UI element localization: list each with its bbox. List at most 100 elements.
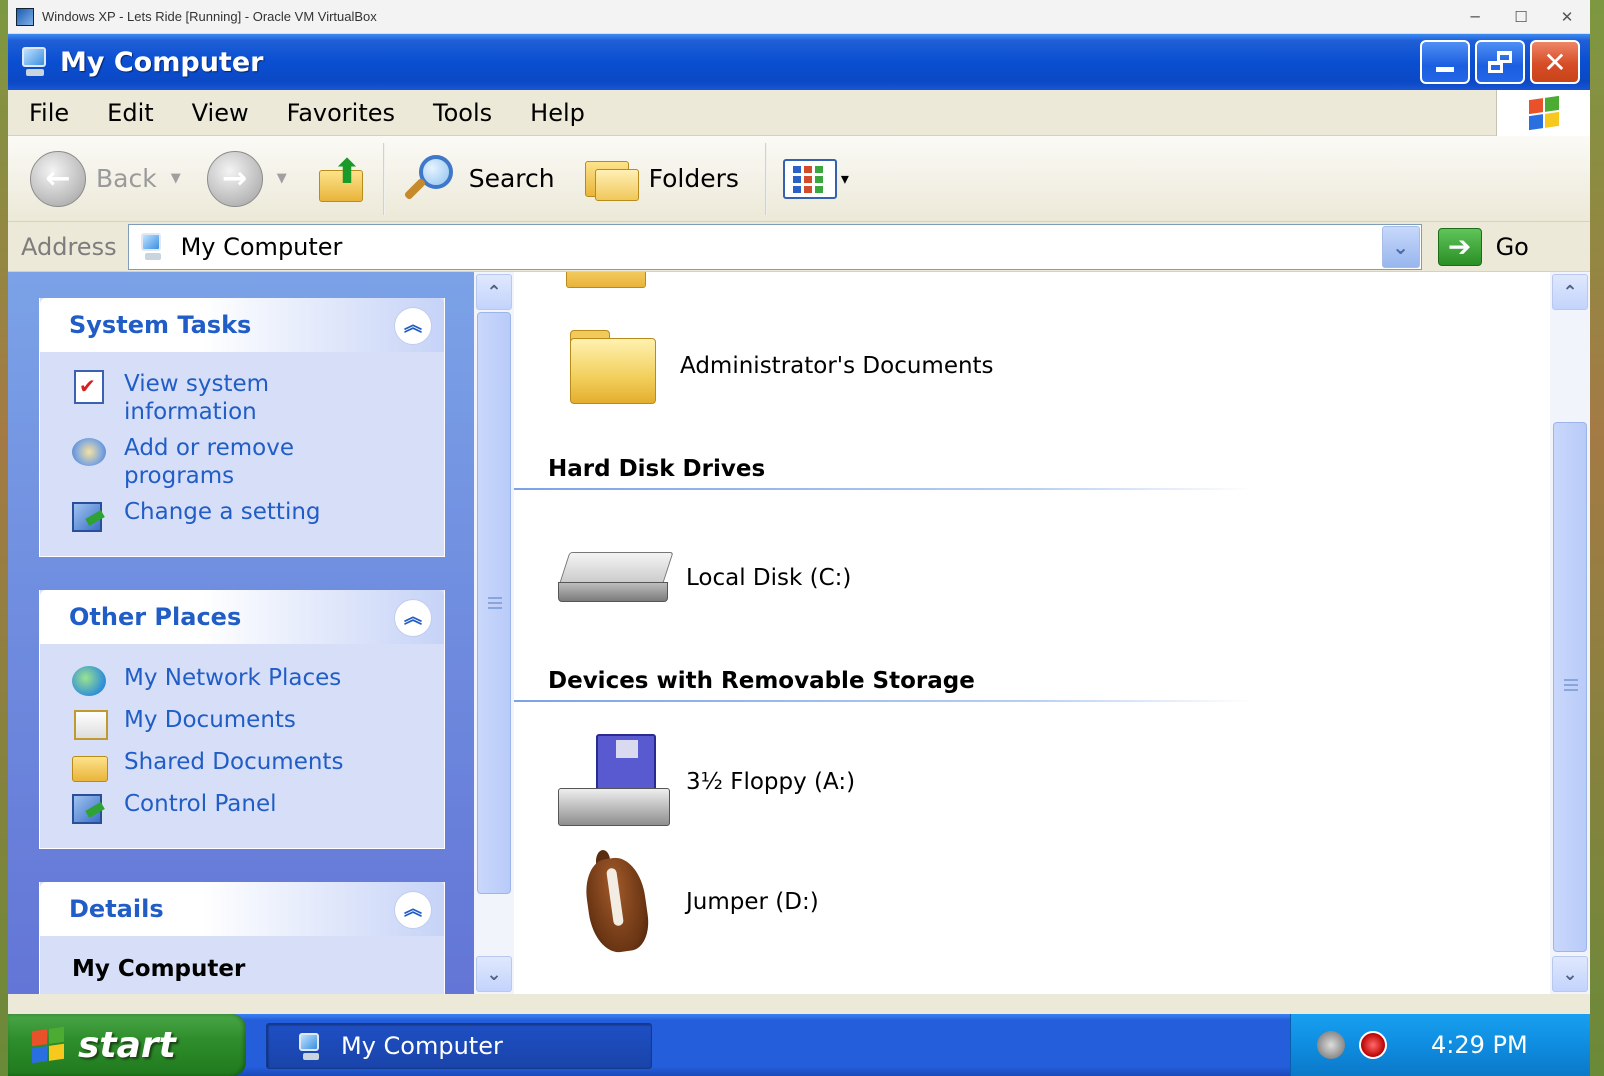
host-close-button[interactable]: ✕ [1544, 0, 1590, 34]
speaker-icon[interactable] [1317, 1031, 1345, 1059]
item-label: 3½ Floppy (A:) [686, 769, 856, 795]
place-link-label: Control Panel [124, 791, 277, 817]
view-system-information-link[interactable]: View system information [70, 370, 444, 426]
my-computer-icon [297, 1031, 325, 1061]
collapse-icon[interactable]: ︽ [394, 599, 432, 637]
local-disk-c-item[interactable]: Local Disk (C:) [558, 548, 851, 608]
folder-up-icon: ⬆ [317, 152, 369, 204]
floppy-a-item[interactable]: 3½ Floppy (A:) [558, 734, 855, 830]
other-places-title: Other Places [69, 603, 242, 631]
details-header[interactable]: Details ︽ [40, 882, 444, 936]
taskbar-button-my-computer[interactable]: My Computer [266, 1023, 652, 1069]
folder-icon [566, 272, 646, 288]
scroll-thumb[interactable] [477, 312, 511, 894]
restore-button[interactable] [1475, 40, 1525, 84]
place-link-label: Shared Documents [124, 749, 344, 775]
hard-disk-icon [558, 548, 674, 608]
windows-flag-icon [32, 1026, 64, 1064]
change-setting-link[interactable]: Change a setting [70, 498, 444, 534]
system-tasks-panel: System Tasks ︽ View system information A… [39, 298, 445, 557]
search-icon [399, 151, 459, 207]
my-computer-icon[interactable] [20, 45, 50, 79]
scroll-up-button[interactable]: ⌃ [476, 274, 512, 310]
address-value: My Computer [180, 232, 343, 261]
menu-help[interactable]: Help [511, 99, 604, 127]
back-dropdown-icon[interactable]: ▼ [171, 171, 181, 186]
place-link-label: My Network Places [124, 665, 342, 691]
menu-favorites[interactable]: Favorites [268, 99, 414, 127]
network-places-icon [70, 664, 108, 700]
security-shield-icon[interactable] [1359, 1031, 1387, 1059]
my-network-places-link[interactable]: My Network Places [70, 664, 444, 700]
address-dropdown-button[interactable]: ⌄ [1381, 225, 1420, 268]
standard-toolbar: ← Back ▼ → ▼ ⬆ Search Folders ▾ [8, 136, 1590, 222]
administrators-documents-item[interactable]: Administrator's Documents [566, 326, 994, 406]
forward-dropdown-icon[interactable]: ▼ [277, 171, 287, 186]
go-label: Go [1495, 232, 1529, 261]
menu-view[interactable]: View [173, 99, 268, 127]
add-remove-programs-link[interactable]: Add or remove programs [70, 434, 444, 490]
group-divider [514, 488, 1254, 490]
address-bar: Address My Computer ⌄ ➔ Go [8, 222, 1590, 272]
my-documents-link[interactable]: My Documents [70, 706, 444, 742]
restore-icon [1488, 51, 1512, 73]
toolbar-separator [764, 142, 767, 215]
clock[interactable]: 4:29 PM [1431, 1031, 1528, 1059]
system-tray: 4:29 PM [1290, 1014, 1590, 1076]
host-background-left [0, 0, 8, 1076]
collapse-icon[interactable]: ︽ [394, 307, 432, 345]
scroll-thumb[interactable] [1553, 422, 1587, 952]
other-places-header[interactable]: Other Places ︽ [40, 590, 444, 644]
jumper-d-item[interactable]: Jumper (D:) [570, 850, 819, 956]
floppy-drive-icon [558, 734, 672, 830]
go-button[interactable]: ➔ Go [1437, 227, 1529, 266]
address-input[interactable]: My Computer ⌄ [127, 223, 1422, 270]
details-panel: Details ︽ My Computer [39, 882, 445, 994]
host-background-right [1590, 0, 1604, 1076]
item-label: Jumper (D:) [686, 889, 819, 915]
collapse-icon[interactable]: ︽ [394, 891, 432, 929]
scroll-down-button[interactable]: ⌄ [1552, 956, 1588, 992]
folder-icon [566, 326, 660, 406]
host-maximize-button[interactable]: ☐ [1498, 0, 1544, 34]
views-icon [782, 158, 837, 199]
menu-bar: File Edit View Favorites Tools Help [8, 89, 1590, 136]
other-places-panel: Other Places ︽ My Network Places My Docu… [39, 590, 445, 849]
control-panel-link[interactable]: Control Panel [70, 790, 444, 826]
details-title: Details [69, 895, 164, 923]
task-pane-scrollbar[interactable]: ⌃ ⌄ [474, 272, 514, 994]
windows-logo [1496, 89, 1590, 136]
close-button[interactable]: ✕ [1530, 40, 1580, 84]
system-tasks-title: System Tasks [69, 311, 252, 339]
back-button[interactable]: ← Back ▼ [30, 150, 181, 207]
start-label: start [78, 1024, 176, 1066]
shared-documents-link[interactable]: Shared Documents [70, 748, 444, 784]
folders-button[interactable]: Folders [583, 155, 739, 203]
scroll-down-button[interactable]: ⌄ [476, 956, 512, 992]
task-link-label: Add or remove programs [124, 435, 295, 489]
start-button[interactable]: start [8, 1014, 246, 1076]
task-link-label: Change a setting [124, 499, 321, 525]
place-link-label: My Documents [124, 707, 296, 733]
group-divider [514, 700, 1254, 702]
host-minimize-button[interactable]: ─ [1452, 0, 1498, 34]
taskbar: start My Computer 4:29 PM [8, 1014, 1590, 1076]
my-documents-icon [70, 706, 108, 742]
minimize-button[interactable] [1420, 40, 1470, 84]
my-computer-window: My Computer ✕ File Edit View Favorites T… [8, 34, 1590, 1014]
back-label: Back [96, 164, 157, 193]
folder-icon [70, 748, 108, 784]
up-button[interactable]: ⬆ [309, 152, 369, 204]
views-button[interactable]: ▾ [782, 158, 849, 199]
go-arrow-icon: ➔ [1437, 227, 1482, 266]
content-area: Administrator's Documents Hard Disk Driv… [514, 272, 1550, 994]
scroll-up-button[interactable]: ⌃ [1552, 274, 1588, 310]
system-tasks-header[interactable]: System Tasks ︽ [40, 298, 444, 352]
menu-edit[interactable]: Edit [88, 99, 172, 127]
search-button[interactable]: Search [399, 151, 555, 207]
menu-file[interactable]: File [8, 99, 88, 127]
content-scrollbar[interactable]: ⌃ ⌄ [1550, 272, 1590, 994]
window-title-bar[interactable]: My Computer ✕ [8, 34, 1590, 90]
menu-tools[interactable]: Tools [414, 99, 511, 127]
forward-button[interactable]: → ▼ [206, 150, 287, 207]
